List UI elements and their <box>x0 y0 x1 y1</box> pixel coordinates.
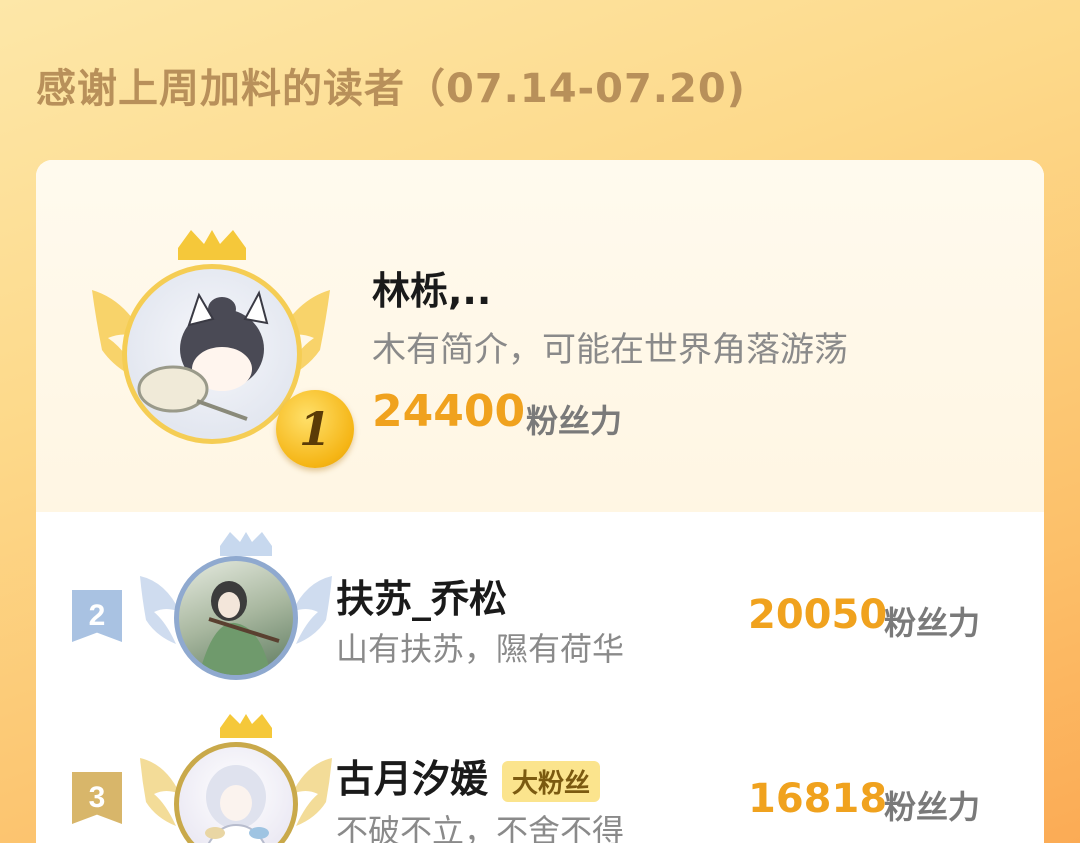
rank-1-medal: 1 <box>276 390 354 468</box>
reader-score-unit: 粉丝力 <box>884 604 981 642</box>
page-title: 感谢上周加料的读者（07.14-07.20) <box>36 66 746 112</box>
top-reader-score: 24400 <box>372 386 526 437</box>
rank-3-flag: 3 <box>72 772 122 824</box>
reader-name-text: 古月汐媛 <box>336 757 489 801</box>
reader-score-unit: 粉丝力 <box>884 788 981 826</box>
reader-name[interactable]: 古月汐媛 大粉丝 <box>336 748 601 803</box>
fan-level-badge: 大粉丝 <box>502 761 601 802</box>
list-item[interactable]: 3 古月汐媛 大粉丝 不破不立，不舍不得 16818 粉丝力 <box>36 714 1044 843</box>
list-item[interactable]: 2 扶苏_乔松 山有扶苏，隰有荷华 20050 粉丝力 <box>36 532 1044 702</box>
leaderboard-card: 1 林栎,.. 木有简介，可能在世界角落游荡 24400 粉丝力 2 扶苏_乔松… <box>36 160 1044 843</box>
reader-score: 16818 <box>748 776 888 822</box>
top-reader-avatar-frame: 1 <box>86 230 354 468</box>
top-reader-name[interactable]: 林栎,.. <box>372 260 491 315</box>
top-reader-bio: 木有简介，可能在世界角落游荡 <box>372 330 848 370</box>
rank-2-flag: 2 <box>72 590 122 642</box>
reader-avatar[interactable] <box>174 556 298 680</box>
top-reader-section[interactable]: 1 林栎,.. 木有简介，可能在世界角落游荡 24400 粉丝力 <box>36 160 1044 512</box>
reader-bio: 山有扶苏，隰有荷华 <box>336 630 625 668</box>
top-reader-avatar[interactable] <box>122 264 302 444</box>
reader-score: 20050 <box>748 592 888 638</box>
reader-bio: 不破不立，不舍不得 <box>336 812 625 843</box>
reader-name[interactable]: 扶苏_乔松 <box>336 568 507 623</box>
top-reader-score-unit: 粉丝力 <box>526 402 623 440</box>
